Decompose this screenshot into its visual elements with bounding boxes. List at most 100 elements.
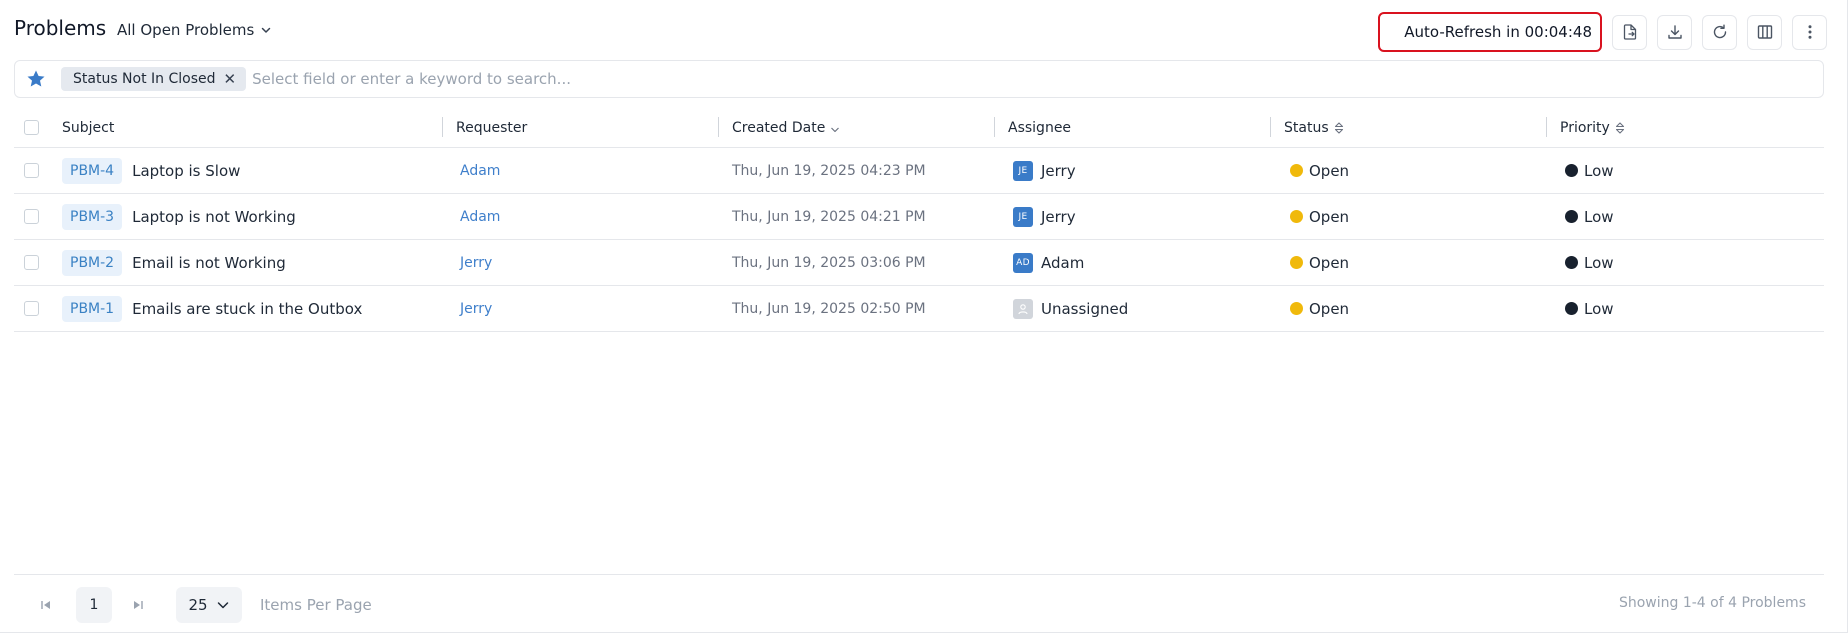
created-date: Thu, Jun 19, 2025 04:23 PM <box>732 162 926 179</box>
sort-descending-icon <box>831 127 840 132</box>
more-options-button[interactable] <box>1792 14 1827 50</box>
last-page-button[interactable] <box>126 593 150 617</box>
priority-badge[interactable]: Low <box>1584 254 1614 272</box>
problem-subject[interactable]: Email is not Working <box>132 254 286 272</box>
status-dot <box>1290 210 1303 223</box>
avatar: JE <box>1013 206 1033 227</box>
requester-link[interactable]: Jerry <box>460 301 492 317</box>
column-divider[interactable] <box>442 117 443 137</box>
column-created-date[interactable]: Created Date <box>732 108 841 147</box>
page-number[interactable]: 1 <box>76 587 112 623</box>
select-all-checkbox[interactable] <box>24 120 39 135</box>
items-per-page-value: 25 <box>188 596 208 614</box>
problem-id[interactable]: PBM-1 <box>62 295 123 322</box>
column-assignee[interactable]: Assignee <box>1008 108 1071 147</box>
refresh-icon <box>1713 24 1726 39</box>
export-button[interactable] <box>1612 14 1647 50</box>
created-date: Thu, Jun 19, 2025 04:21 PM <box>732 208 926 225</box>
columns-button[interactable] <box>1747 14 1782 50</box>
priority-badge[interactable]: Low <box>1584 208 1614 226</box>
requester-link[interactable]: Adam <box>460 163 500 179</box>
problem-id[interactable]: PBM-3 <box>62 203 123 230</box>
table-row[interactable]: PBM-3 Laptop is not Working Adam Thu, Ju… <box>14 194 1824 240</box>
created-date: Thu, Jun 19, 2025 03:06 PM <box>732 254 926 271</box>
star-icon[interactable] <box>25 68 47 90</box>
status-badge[interactable]: Open <box>1309 208 1349 226</box>
assignee-name[interactable]: Adam <box>1041 254 1084 272</box>
column-divider[interactable] <box>994 117 995 137</box>
chevron-down-icon <box>217 602 228 609</box>
first-page-icon <box>41 601 50 609</box>
search-input[interactable] <box>252 64 1823 94</box>
view-selector[interactable]: All Open Problems <box>117 21 272 39</box>
auto-refresh-timer[interactable]: Auto-Refresh in 00:04:48 <box>1378 12 1602 52</box>
column-subject[interactable]: Subject <box>62 108 114 147</box>
requester-link[interactable]: Jerry <box>460 255 492 271</box>
pager: 1 25 Items Per Page <box>34 587 372 623</box>
created-date: Thu, Jun 19, 2025 02:50 PM <box>732 300 926 317</box>
toolbar: Auto-Refresh in 00:04:48 <box>1378 12 1827 52</box>
problem-id[interactable]: PBM-2 <box>62 249 123 276</box>
status-dot <box>1290 164 1303 177</box>
priority-badge[interactable]: Low <box>1584 162 1614 180</box>
problem-id[interactable]: PBM-4 <box>62 157 123 184</box>
column-divider[interactable] <box>1546 117 1547 137</box>
priority-dot <box>1565 302 1578 315</box>
assignee-name[interactable]: Jerry <box>1041 162 1076 180</box>
page-header: Problems All Open Problems Auto-Refresh … <box>14 12 1827 52</box>
avatar-placeholder <box>1013 298 1033 319</box>
first-page-button[interactable] <box>34 593 58 617</box>
row-checkbox[interactable] <box>24 163 39 178</box>
assignee-name[interactable]: Unassigned <box>1041 300 1128 318</box>
status-badge[interactable]: Open <box>1309 254 1349 272</box>
view-selector-label: All Open Problems <box>117 21 255 39</box>
last-page-icon <box>134 601 143 609</box>
problems-page: Problems All Open Problems Auto-Refresh … <box>0 0 1848 633</box>
priority-badge[interactable]: Low <box>1584 300 1614 318</box>
auto-refresh-label: Auto-Refresh in 00:04:48 <box>1404 23 1592 41</box>
filter-chip-label: Status Not In Closed <box>73 71 216 87</box>
column-divider[interactable] <box>1270 117 1271 137</box>
close-icon[interactable]: ✕ <box>224 71 237 87</box>
status-badge[interactable]: Open <box>1309 300 1349 318</box>
table-header: Subject Requester Created Date Assignee … <box>14 108 1824 148</box>
chevron-down-icon <box>262 27 271 33</box>
results-count: Showing 1-4 of 4 Problems <box>1618 595 1806 611</box>
items-per-page-select[interactable]: 25 <box>176 587 242 623</box>
problem-subject[interactable]: Laptop is not Working <box>132 208 296 226</box>
assignee-name[interactable]: Jerry <box>1041 208 1076 226</box>
more-icon <box>1808 25 1811 39</box>
problem-subject[interactable]: Laptop is Slow <box>132 162 240 180</box>
search-bar: Status Not In Closed ✕ <box>14 60 1824 98</box>
row-checkbox[interactable] <box>24 255 39 270</box>
status-badge[interactable]: Open <box>1309 162 1349 180</box>
table-row[interactable]: PBM-2 Email is not Working Jerry Thu, Ju… <box>14 240 1824 286</box>
column-requester[interactable]: Requester <box>456 108 527 147</box>
download-button[interactable] <box>1657 14 1692 50</box>
items-per-page-label: Items Per Page <box>260 596 372 614</box>
download-icon <box>1667 25 1682 39</box>
priority-dot <box>1565 164 1578 177</box>
avatar: AD <box>1013 252 1033 273</box>
status-dot <box>1290 256 1303 269</box>
column-divider[interactable] <box>718 117 719 137</box>
filter-chip[interactable]: Status Not In Closed ✕ <box>61 67 247 91</box>
sort-icon <box>1615 121 1624 134</box>
priority-dot <box>1565 256 1578 269</box>
row-checkbox[interactable] <box>24 209 39 224</box>
table-row[interactable]: PBM-1 Emails are stuck in the Outbox Jer… <box>14 286 1824 332</box>
page-title: Problems <box>14 16 107 40</box>
problems-table: Subject Requester Created Date Assignee … <box>14 108 1824 332</box>
problem-subject[interactable]: Emails are stuck in the Outbox <box>132 300 362 318</box>
requester-link[interactable]: Adam <box>460 209 500 225</box>
user-icon <box>1018 303 1028 314</box>
row-checkbox[interactable] <box>24 301 39 316</box>
export-icon <box>1623 24 1636 40</box>
column-priority[interactable]: Priority <box>1560 108 1626 147</box>
refresh-button[interactable] <box>1702 14 1737 50</box>
sort-icon <box>1334 121 1343 134</box>
column-status[interactable]: Status <box>1284 108 1345 147</box>
priority-dot <box>1565 210 1578 223</box>
status-dot <box>1290 302 1303 315</box>
table-row[interactable]: PBM-4 Laptop is Slow Adam Thu, Jun 19, 2… <box>14 148 1824 194</box>
